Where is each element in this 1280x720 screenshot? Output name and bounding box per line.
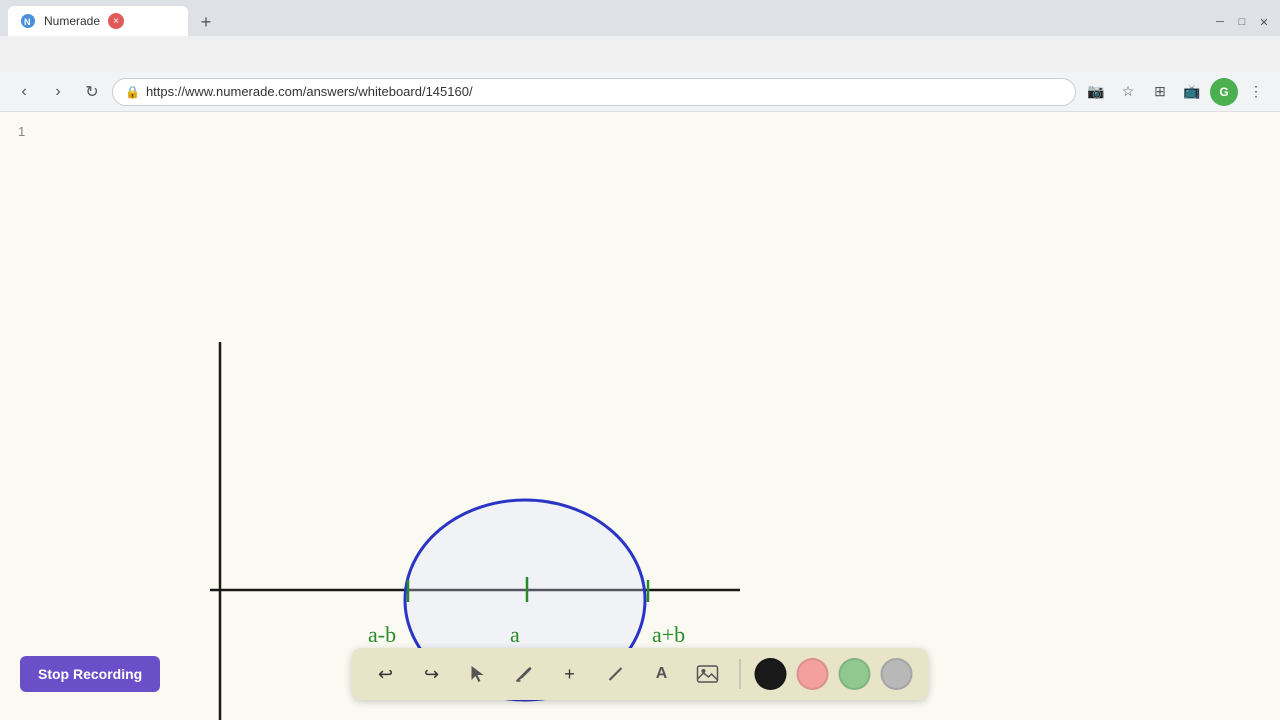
security-icon: 🔒 <box>125 85 140 99</box>
bookmark-icon[interactable]: ☆ <box>1114 78 1142 106</box>
pen-tool-button[interactable] <box>506 656 542 692</box>
image-icon <box>697 664 719 684</box>
color-green[interactable] <box>839 658 871 690</box>
label-a: a <box>510 622 520 647</box>
text-tool-button[interactable]: A <box>644 656 680 692</box>
color-pink[interactable] <box>797 658 829 690</box>
extensions-icon[interactable]: ⊞ <box>1146 78 1174 106</box>
select-tool-button[interactable] <box>460 656 496 692</box>
color-black[interactable] <box>755 658 787 690</box>
add-tool-button[interactable]: + <box>552 656 588 692</box>
eraser-icon <box>606 664 626 684</box>
forward-button[interactable]: › <box>44 78 72 106</box>
nav-bar: ‹ › ↻ 🔒 https://www.numerade.com/answers… <box>0 72 1280 112</box>
stop-recording-button[interactable]: Stop Recording <box>20 656 160 692</box>
reload-button[interactable]: ↻ <box>78 78 106 106</box>
label-a-plus-b: a+b <box>652 622 685 647</box>
undo-button[interactable]: ↩ <box>368 656 404 692</box>
tab-bar: N Numerade × + ─ □ ✕ <box>0 0 1280 36</box>
back-button[interactable]: ‹ <box>10 78 38 106</box>
address-bar[interactable]: 🔒 https://www.numerade.com/answers/white… <box>112 78 1076 106</box>
tab-favicon: N <box>20 13 36 29</box>
minimize-button[interactable]: ─ <box>1212 14 1228 30</box>
pen-icon <box>514 664 534 684</box>
maximize-button[interactable]: □ <box>1234 14 1250 30</box>
eraser-tool-button[interactable] <box>598 656 634 692</box>
toolbar-separator <box>740 659 741 689</box>
image-tool-button[interactable] <box>690 656 726 692</box>
label-a-minus-b: a-b <box>368 622 396 647</box>
browser-frame: N Numerade × + ─ □ ✕ ‹ › ↻ 🔒 https://www… <box>0 0 1280 720</box>
redo-button[interactable]: ↪ <box>414 656 450 692</box>
close-button[interactable]: ✕ <box>1256 14 1272 30</box>
camera-icon[interactable]: 📷 <box>1082 78 1110 106</box>
svg-text:N: N <box>24 17 31 27</box>
color-gray[interactable] <box>881 658 913 690</box>
content-area: 1 a-b a a+b Stop Recording <box>0 112 1280 720</box>
window-controls: ─ □ ✕ <box>1212 14 1272 36</box>
url-text: https://www.numerade.com/answers/whitebo… <box>146 84 473 99</box>
drawing-toolbar: ↩ ↪ + <box>352 648 929 700</box>
new-tab-button[interactable]: + <box>192 8 220 36</box>
cast-icon[interactable]: 📺 <box>1178 78 1206 106</box>
active-tab[interactable]: N Numerade × <box>8 6 188 36</box>
nav-right-controls: 📷 ☆ ⊞ 📺 G ⋮ <box>1082 78 1270 106</box>
title-bar: N Numerade × + ─ □ ✕ <box>0 0 1280 36</box>
tab-close-button[interactable]: × <box>108 13 124 29</box>
drawing-canvas: a-b a a+b <box>0 112 1280 720</box>
user-avatar[interactable]: G <box>1210 78 1238 106</box>
cursor-icon <box>468 664 488 684</box>
menu-button[interactable]: ⋮ <box>1242 78 1270 106</box>
tab-title: Numerade <box>44 14 100 28</box>
